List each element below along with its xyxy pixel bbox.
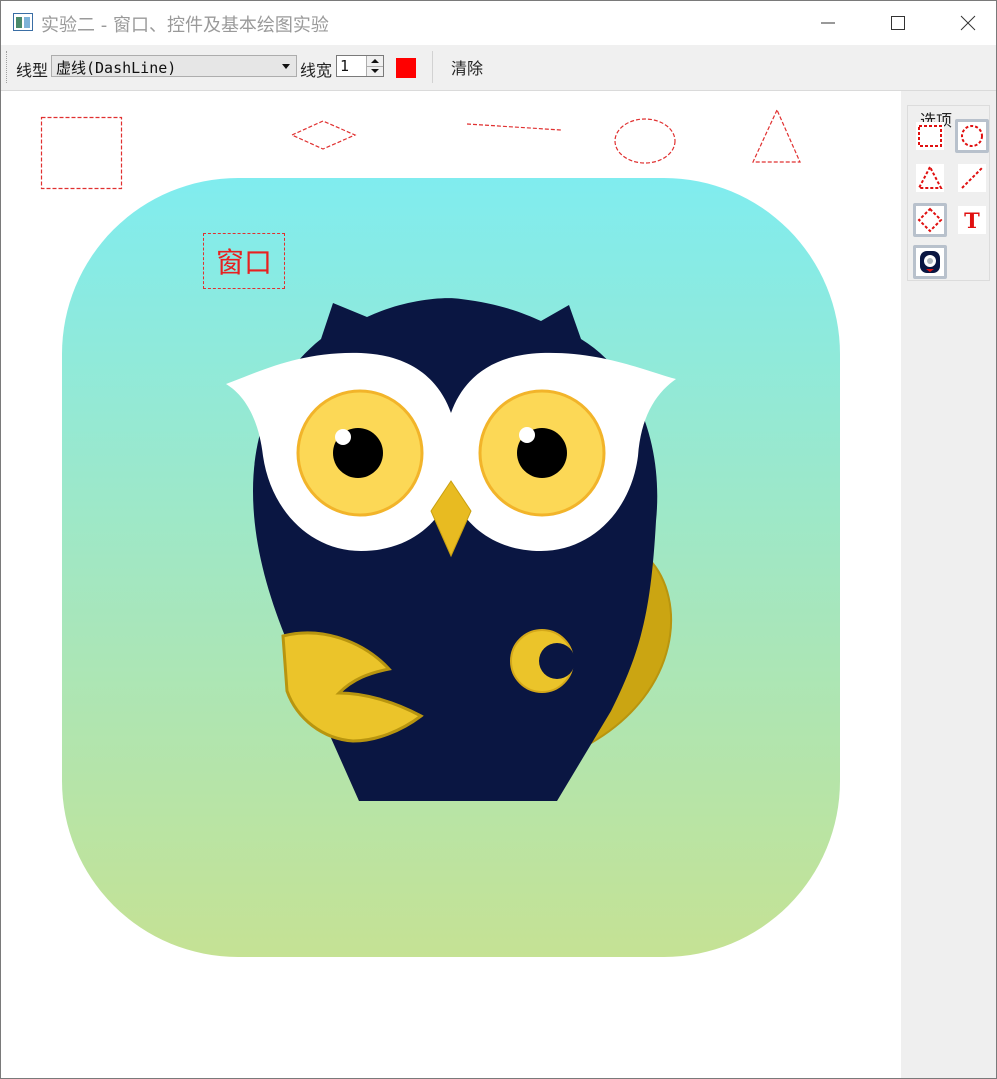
main-window: 实验二 - 窗口、控件及基本绘图实验 线型 虚线(DashLine) 线宽 1 (0, 0, 997, 1079)
text-icon: T (964, 207, 980, 233)
line-width-value: 1 (340, 57, 350, 75)
image-icon (920, 251, 940, 273)
chevron-down-icon (282, 64, 290, 69)
toolbar: 线型 虚线(DashLine) 线宽 1 清除 (1, 45, 996, 91)
canvas-shapes (40, 108, 840, 957)
triangle-tool[interactable] (913, 161, 947, 195)
dashed-ellipse[interactable] (614, 118, 676, 164)
spin-buttons (366, 56, 383, 76)
line-tool[interactable] (955, 161, 989, 195)
line-width-label: 线宽 (300, 61, 333, 80)
minimize-button[interactable] (793, 1, 863, 45)
rectangle-tool[interactable] (913, 119, 947, 153)
line-style-label: 线型 (16, 61, 49, 80)
dashed-diamond[interactable] (290, 120, 357, 150)
arrow-down-icon (371, 69, 379, 73)
close-icon (960, 15, 976, 31)
line-style-combobox[interactable]: 虚线(DashLine) (51, 55, 297, 77)
ellipse-tool[interactable] (955, 119, 989, 153)
options-group: 选项 T (907, 105, 990, 281)
dashed-triangle[interactable] (752, 108, 801, 163)
image-tool[interactable] (913, 245, 947, 279)
ellipse-icon (961, 125, 983, 147)
triangle-icon (917, 165, 943, 189)
text-item-label: 窗口 (215, 246, 272, 279)
clear-button[interactable]: 清除 (441, 51, 493, 83)
diamond-tool[interactable] (913, 203, 947, 237)
owl-image[interactable] (62, 178, 840, 957)
drawing-canvas[interactable]: 窗口 (1, 91, 901, 1078)
app-icon (13, 13, 33, 31)
owl-moon-cutout (539, 643, 575, 679)
maximize-button[interactable] (863, 1, 933, 45)
pen-color-button[interactable] (396, 58, 416, 78)
dashed-rectangle[interactable] (40, 116, 123, 190)
arrow-up-icon (371, 59, 379, 63)
owl-eye-shine-left (335, 429, 351, 445)
maximize-icon (891, 16, 905, 30)
minimize-icon (821, 22, 835, 24)
rectangle-icon (918, 125, 942, 147)
toolbar-grip[interactable] (6, 51, 10, 83)
title-bar[interactable]: 实验二 - 窗口、控件及基本绘图实验 (1, 1, 996, 45)
owl-eye-shine-right (519, 427, 535, 443)
close-button[interactable] (933, 1, 996, 45)
dashed-line[interactable] (466, 123, 562, 131)
toolbar-separator (432, 51, 433, 83)
text-tool[interactable]: T (955, 203, 989, 237)
line-style-value: 虚线(DashLine) (56, 59, 177, 77)
options-dock: 选项 T (901, 91, 996, 1078)
diamond-icon (917, 207, 943, 233)
spin-down-button[interactable] (367, 66, 383, 76)
window-title: 实验二 - 窗口、控件及基本绘图实验 (41, 15, 329, 36)
text-item[interactable]: 窗口 (203, 233, 285, 289)
line-width-spinbox[interactable]: 1 (336, 55, 384, 77)
line-icon (961, 167, 983, 189)
